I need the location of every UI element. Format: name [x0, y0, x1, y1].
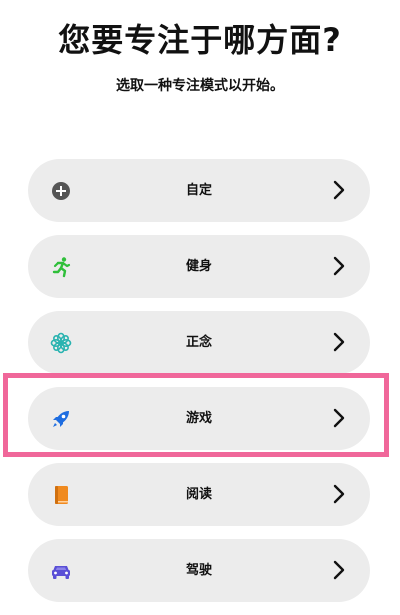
chevron-right-icon	[332, 255, 346, 277]
option-gaming[interactable]: 游戏	[28, 387, 370, 450]
option-driving[interactable]: 驾驶	[28, 539, 370, 602]
page-subtitle: 选取一种专注模式以开始。	[116, 78, 284, 94]
focus-mode-list: 自定 健身 正念 游戏 阅读 驾驶	[28, 159, 370, 615]
option-label: 阅读	[185, 487, 212, 502]
option-label: 健身	[185, 259, 212, 274]
option-custom[interactable]: 自定	[28, 159, 370, 222]
option-reading[interactable]: 阅读	[28, 463, 370, 526]
chevron-right-icon	[332, 179, 346, 201]
chevron-right-icon	[332, 331, 346, 353]
option-label: 驾驶	[185, 563, 212, 578]
chevron-right-icon	[332, 559, 346, 581]
option-label: 正念	[185, 335, 212, 350]
chevron-right-icon	[332, 483, 346, 505]
option-mindfulness[interactable]: 正念	[28, 311, 370, 374]
option-label: 自定	[185, 183, 212, 198]
option-fitness[interactable]: 健身	[28, 235, 370, 298]
option-label: 游戏	[185, 411, 212, 426]
page-title: 您要专注于哪方面?	[58, 21, 342, 59]
chevron-right-icon	[332, 407, 346, 429]
